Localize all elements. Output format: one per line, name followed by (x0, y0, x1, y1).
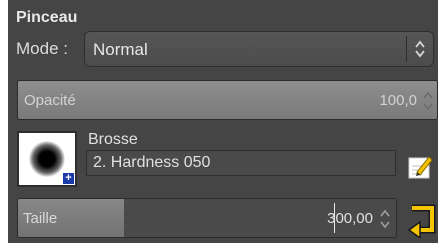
opacity-fill (18, 81, 437, 119)
brush-options-panel: Pinceau Mode : Normal Opacité 100,0 + Br… (8, 0, 438, 243)
reset-arrow-icon[interactable] (404, 204, 438, 238)
mode-label: Mode : (16, 39, 68, 58)
size-value: 300,00 (327, 210, 373, 227)
opacity-label: Opacité (24, 92, 76, 109)
updown-chevron-icon (415, 40, 425, 58)
brush-soft-round-icon (29, 141, 65, 177)
size-spinner-icon[interactable] (380, 208, 390, 230)
brush-name-field[interactable]: 2. Hardness 050 (86, 150, 396, 176)
pencil-edit-icon[interactable] (405, 152, 435, 182)
plus-icon: + (63, 173, 74, 184)
size-label: Taille (23, 210, 58, 227)
select-divider (406, 36, 407, 62)
size-slider[interactable]: Taille 300,00 (17, 198, 397, 238)
panel-title: Pinceau (16, 9, 78, 26)
mode-select[interactable]: Normal (84, 31, 434, 67)
opacity-slider[interactable]: Opacité 100,0 (17, 80, 438, 120)
brush-label: Brosse (88, 131, 138, 148)
opacity-value: 100,0 (379, 92, 417, 109)
opacity-spinner-icon[interactable] (423, 90, 433, 112)
brush-preview[interactable]: + (17, 131, 77, 187)
mode-value: Normal (93, 40, 148, 59)
